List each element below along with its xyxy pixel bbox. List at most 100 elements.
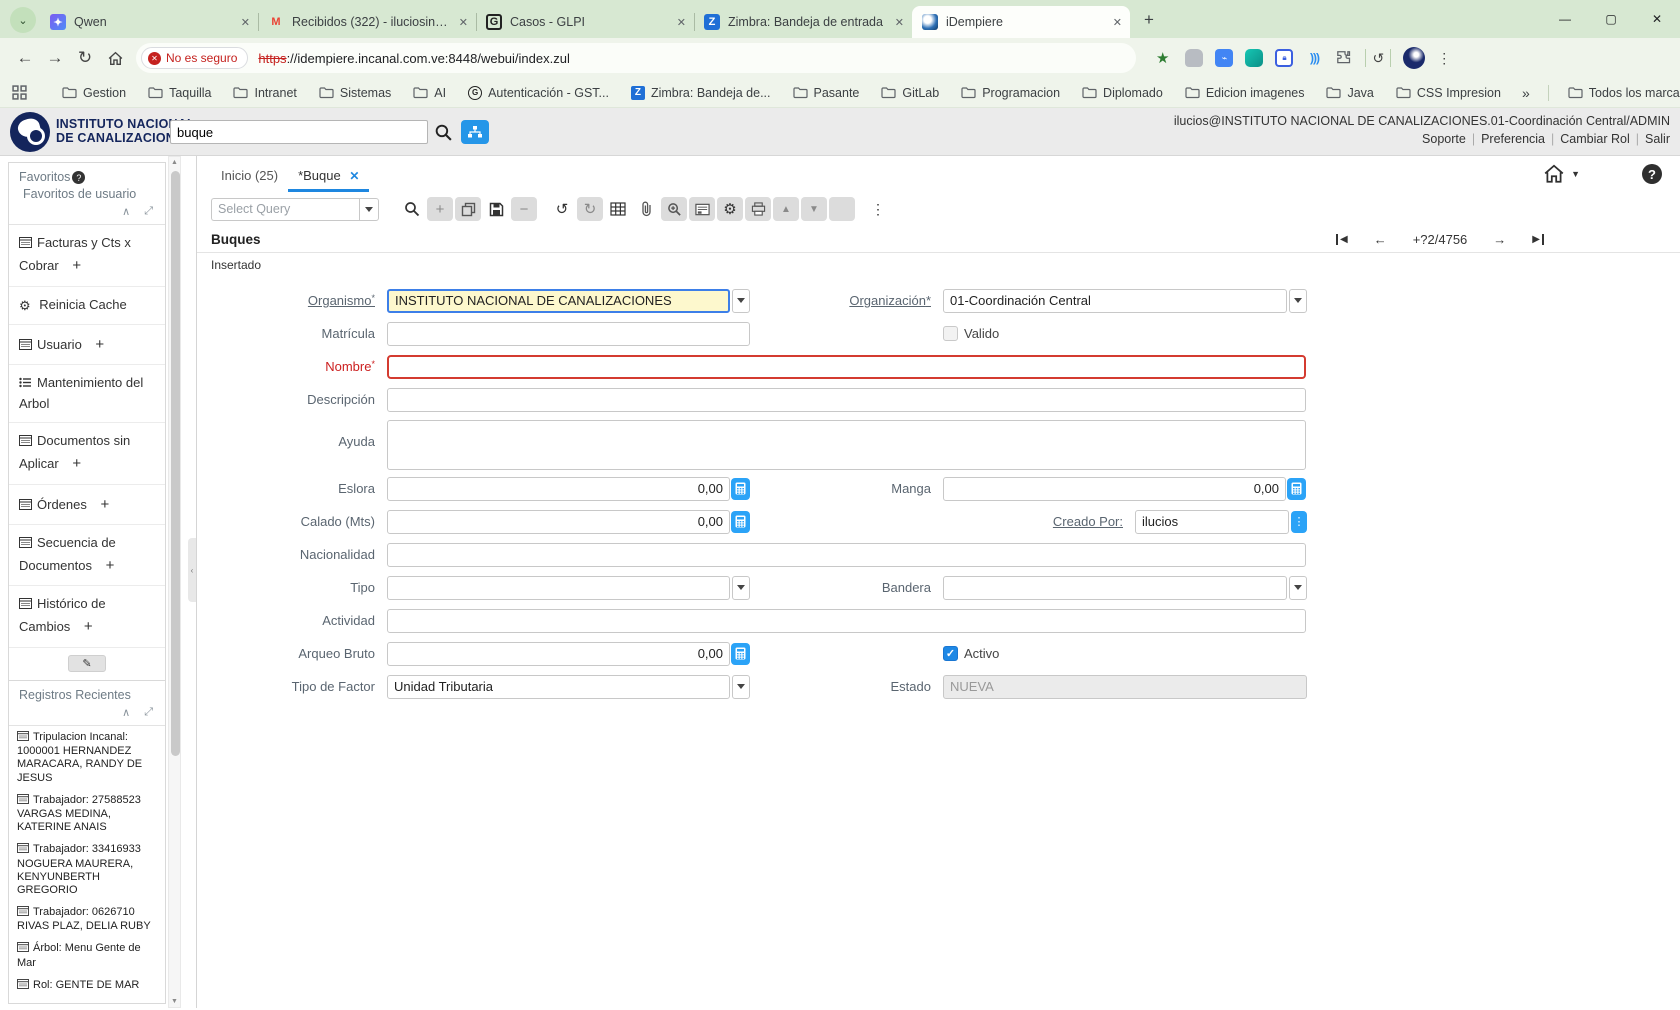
manga-input[interactable] xyxy=(943,477,1286,501)
organizacion-input[interactable] xyxy=(943,289,1287,313)
select-query-input[interactable] xyxy=(211,198,359,221)
bookmark-folder[interactable]: Sistemas xyxy=(319,86,391,100)
history-icon[interactable]: ↺ xyxy=(1372,50,1384,67)
organismo-dropdown-button[interactable] xyxy=(732,289,750,313)
bookmark-folder[interactable]: Java xyxy=(1326,86,1373,100)
menu-tree-button[interactable] xyxy=(461,120,489,144)
bandera-input[interactable] xyxy=(943,576,1287,600)
add-favorite-new-icon[interactable]: + xyxy=(84,615,93,638)
scroll-down-icon[interactable]: ▼ xyxy=(169,998,180,1005)
extensions-puzzle-icon[interactable] xyxy=(1335,49,1353,67)
label-organismo[interactable]: Organismo* xyxy=(197,293,381,308)
all-bookmarks-folder[interactable]: Todos los marcadores xyxy=(1568,86,1680,100)
gear-icon[interactable]: ⚙ xyxy=(717,197,743,221)
select-query-dropdown-button[interactable] xyxy=(359,198,379,221)
scroll-up-icon[interactable]: ▲ xyxy=(169,159,180,166)
calculator-icon[interactable] xyxy=(731,478,750,500)
bookmark-folder[interactable]: Edicion imagenes xyxy=(1185,86,1305,100)
copy-record-button[interactable] xyxy=(455,197,481,221)
bookmark-folder[interactable]: GitLab xyxy=(881,86,939,100)
window-minimize-button[interactable]: — xyxy=(1542,0,1588,38)
ayuda-textarea[interactable] xyxy=(387,420,1306,470)
bookmark-folder[interactable]: Gestion xyxy=(62,86,126,100)
favorite-item[interactable]: Histórico de Cambios + xyxy=(9,586,165,647)
recent-record[interactable]: Trabajador: 33416933 NOGUERA MAURERA, KE… xyxy=(9,838,165,901)
expand-panel-icon[interactable]: ⤢ xyxy=(144,205,153,218)
sidebar-scrollbar[interactable]: ▲ ▼ xyxy=(168,156,181,1008)
global-search-input[interactable] xyxy=(170,120,428,144)
bookmark-link[interactable]: GAutenticación - GST... xyxy=(468,86,609,100)
search-icon[interactable] xyxy=(434,123,453,142)
recent-record[interactable]: Árbol: Menu Gente de Mar xyxy=(9,937,165,973)
nacionalidad-input[interactable] xyxy=(387,543,1306,567)
activo-checkbox[interactable]: ✓ xyxy=(943,646,958,661)
add-favorite-new-icon[interactable]: + xyxy=(72,254,81,277)
organismo-input[interactable] xyxy=(387,289,730,313)
bookmarks-overflow-icon[interactable]: » xyxy=(1522,85,1530,101)
link-salir[interactable]: Salir xyxy=(1645,132,1670,146)
add-favorite-new-icon[interactable]: + xyxy=(72,452,81,475)
nombre-input[interactable] xyxy=(387,355,1306,379)
save-button[interactable] xyxy=(483,197,509,221)
favorite-item[interactable]: Facturas y Cts x Cobrar + xyxy=(9,225,165,286)
creado-por-input[interactable] xyxy=(1135,510,1289,534)
tab-close-icon[interactable]: ✕ xyxy=(241,16,250,29)
tipo-factor-dropdown-button[interactable] xyxy=(732,675,750,699)
add-favorite-new-icon[interactable]: + xyxy=(106,554,115,577)
address-bar[interactable]: ✕ No es seguro https://idempiere.incanal… xyxy=(136,43,1136,73)
arqueo-bruto-input[interactable] xyxy=(387,642,730,666)
help-button[interactable]: ? xyxy=(1642,164,1662,184)
undo-button[interactable]: ↺ xyxy=(549,197,575,221)
next-record-icon[interactable]: → xyxy=(1493,232,1506,247)
reload-icon[interactable]: ↻ xyxy=(70,43,100,73)
recent-record[interactable]: Rol: GENTE DE MAR xyxy=(9,974,165,997)
tab-close-icon[interactable]: ✕ xyxy=(677,16,686,29)
bookmark-folder[interactable]: Pasante xyxy=(793,86,860,100)
link-preferencia[interactable]: Preferencia xyxy=(1481,132,1545,146)
scrollbar-thumb[interactable] xyxy=(171,171,180,756)
add-favorite-new-icon[interactable]: + xyxy=(101,493,110,516)
tab-inicio[interactable]: Inicio (25) xyxy=(211,168,288,192)
label-creado-por[interactable]: Creado Por: xyxy=(750,514,1129,529)
bookmark-folder[interactable]: Intranet xyxy=(233,86,296,100)
favorite-item[interactable]: Documentos sin Aplicar + xyxy=(9,423,165,484)
window-maximize-button[interactable]: ▢ xyxy=(1588,0,1634,38)
extension-robot-icon[interactable] xyxy=(1185,49,1203,67)
link-soporte[interactable]: Soporte xyxy=(1422,132,1466,146)
recent-record[interactable]: Tripulacion Incanal: 1000001 HERNANDEZ M… xyxy=(9,726,165,789)
label-organizacion[interactable]: Organización* xyxy=(750,293,937,308)
more-options-icon[interactable]: ⋮ xyxy=(865,197,891,221)
parent-record-button[interactable]: ▲ xyxy=(773,197,799,221)
new-tab-button[interactable]: + xyxy=(1136,7,1162,33)
home-dashboard-button[interactable]: ▼ xyxy=(1543,164,1580,184)
back-icon[interactable]: ← xyxy=(10,43,40,73)
recent-record[interactable]: Trabajador: 0626710 RIVAS PLAZ, DELIA RU… xyxy=(9,901,165,937)
matricula-input[interactable] xyxy=(387,322,750,346)
browser-tab-idempiere[interactable]: iDempiere ✕ xyxy=(912,6,1130,38)
collapse-panel-icon[interactable]: ∧ xyxy=(122,706,130,719)
delete-record-button[interactable]: − xyxy=(511,197,537,221)
browser-tab-gmail[interactable]: M Recibidos (322) - iluciosinc@gm ✕ xyxy=(258,6,476,38)
close-tab-icon[interactable]: ✕ xyxy=(349,169,359,183)
bookmark-folder[interactable]: Diplomado xyxy=(1082,86,1163,100)
favorite-item[interactable]: Órdenes + xyxy=(9,485,165,525)
attachment-icon[interactable] xyxy=(633,197,659,221)
zoom-across-button[interactable] xyxy=(661,197,687,221)
refresh-button[interactable]: ↻ xyxy=(577,197,603,221)
bookmark-folder[interactable]: AI xyxy=(413,86,446,100)
expand-panel-icon[interactable]: ⤢ xyxy=(144,706,153,719)
tab-search-button[interactable]: ⌄ xyxy=(10,7,36,33)
add-favorite-new-icon[interactable]: + xyxy=(95,333,104,356)
browser-tab-zimbra[interactable]: Z Zimbra: Bandeja de entrada ✕ xyxy=(694,6,912,38)
tab-buque[interactable]: *Buque ✕ xyxy=(288,168,369,192)
extension-waves-icon[interactable]: ))) xyxy=(1305,49,1323,67)
extension-blue-icon[interactable]: ⌁ xyxy=(1215,49,1233,67)
tipo-dropdown-button[interactable] xyxy=(732,576,750,600)
first-record-icon[interactable]: ◀ xyxy=(1336,234,1348,245)
favorite-item[interactable]: ⚙ Reinicia Cache xyxy=(9,287,165,325)
browser-menu-icon[interactable]: ⋮ xyxy=(1437,50,1451,67)
extension-lock-icon[interactable]: 🔒︎ xyxy=(1275,49,1293,67)
bookmark-star-icon[interactable]: ★ xyxy=(1156,49,1169,67)
detail-record-button[interactable]: ▼ xyxy=(801,197,827,221)
bookmark-folder[interactable]: Taquilla xyxy=(148,86,211,100)
